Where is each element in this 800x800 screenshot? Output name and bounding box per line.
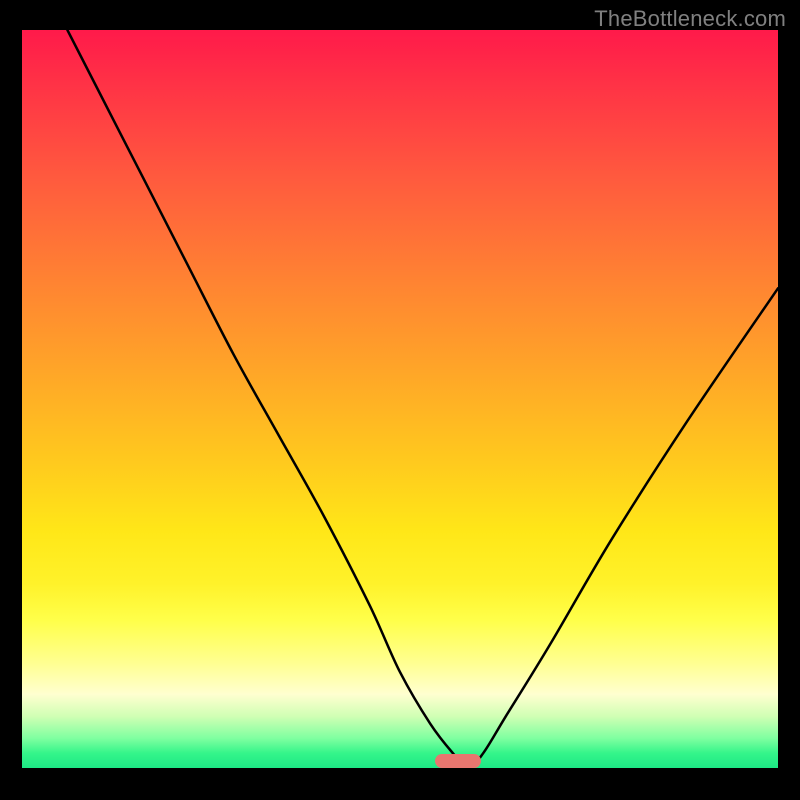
curve-svg	[22, 30, 778, 768]
optimal-marker	[435, 754, 481, 768]
chart-frame: TheBottleneck.com	[0, 0, 800, 800]
plot-area	[22, 30, 778, 768]
bottleneck-curve	[67, 30, 778, 768]
watermark-text: TheBottleneck.com	[594, 6, 786, 32]
